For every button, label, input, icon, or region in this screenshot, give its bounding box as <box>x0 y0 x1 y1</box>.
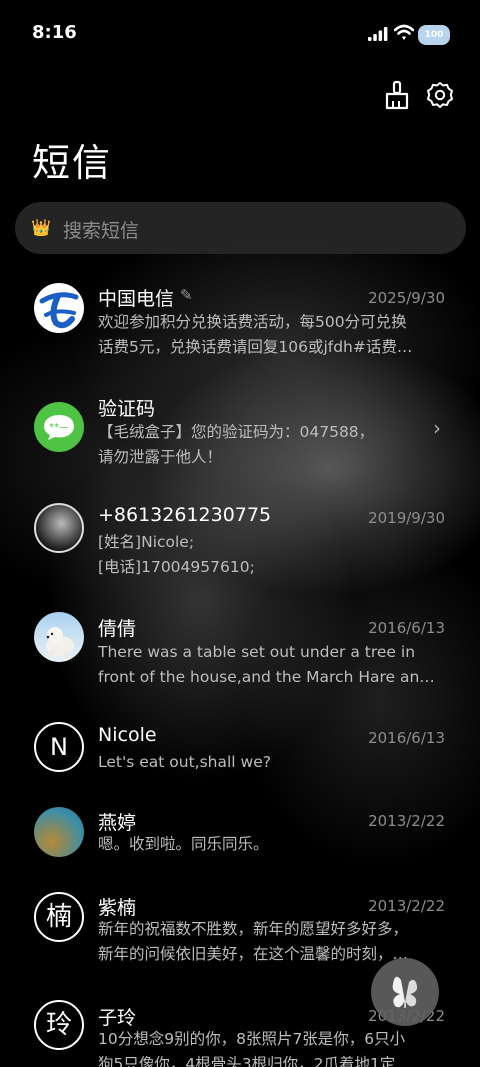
conversation-preview: 10分想念9别的你，8张照片7张是你，6只小 狗5只像你，4根骨头3根归你，2爪… <box>98 1030 406 1067</box>
search-bar[interactable]: 👑 搜索短信 <box>15 202 466 254</box>
conversation-item[interactable]: 倩倩 2016/6/13 There was a table set out u… <box>0 600 480 710</box>
cellular-signal-icon <box>368 27 388 41</box>
conversation-date: 2016/6/13 <box>368 619 445 637</box>
letter-avatar: N <box>34 722 84 772</box>
conversation-name: 倩倩 <box>98 618 137 640</box>
broom-icon[interactable] <box>383 80 411 110</box>
wifi-icon <box>394 24 414 40</box>
conversation-preview: 嗯。收到啦。同乐同乐。 <box>98 835 269 853</box>
conversation-date: 2019/9/30 <box>368 509 445 527</box>
settings-gear-icon[interactable] <box>426 81 454 109</box>
conversation-item[interactable]: +8613261230775 2019/9/30 [姓名]Nicole; [电话… <box>0 490 480 600</box>
butterfly-icon <box>392 976 418 1008</box>
conversation-date: 2016/6/13 <box>368 729 445 747</box>
conversation-name: 子玲 <box>98 1007 137 1029</box>
conversation-preview: Let's eat out,shall we? <box>98 753 271 771</box>
compose-button[interactable] <box>371 958 439 1026</box>
conversation-item[interactable]: 中国电信 ✎ 2025/9/30 欢迎参加积分兑换话费活动，每500分可兑换 话… <box>0 270 480 380</box>
letter-avatar: 玲 <box>34 1000 84 1050</box>
landscape-photo-avatar <box>34 807 84 857</box>
letter-avatar: 楠 <box>34 892 84 942</box>
conversation-name: 紫楠 <box>98 897 137 919</box>
conversation-item[interactable]: **— 验证码 【毛绒盒子】您的验证码为：047588， 请勿泄露于他人！ › <box>0 380 480 490</box>
battery-indicator: 100 <box>418 25 450 45</box>
status-time: 8:16 <box>32 22 77 43</box>
message-icon: **— <box>34 402 84 452</box>
conversation-preview: 欢迎参加积分兑换话费活动，每500分可兑换 话费5元，兑换话费请回复106或jf… <box>98 313 413 356</box>
edit-pencil-icon: ✎ <box>180 286 193 304</box>
svg-text:**—: **— <box>49 422 69 433</box>
conversation-name: 验证码 <box>98 398 156 420</box>
conversation-name: 中国电信 <box>98 288 175 310</box>
conversation-date: 2013/2/22 <box>368 812 445 830</box>
crown-icon: 👑 <box>31 218 51 237</box>
conversation-date: 2025/9/30 <box>368 289 445 307</box>
page-title: 短信 <box>32 141 113 185</box>
conversation-preview: There was a table set out under a tree i… <box>98 643 435 686</box>
china-telecom-logo-icon <box>34 283 84 333</box>
photo-avatar <box>34 503 84 553</box>
conversation-preview: [姓名]Nicole; [电话]17004957610; <box>98 533 255 576</box>
status-bar: 8:16 100 <box>0 0 480 64</box>
search-placeholder: 搜索短信 <box>63 220 140 242</box>
chevron-right-icon[interactable]: › <box>433 416 441 440</box>
conversation-name: Nicole <box>98 724 157 746</box>
conversation-date: 2013/2/22 <box>368 897 445 915</box>
polar-bear-photo-avatar <box>34 612 84 662</box>
conversation-item[interactable]: 燕婷 2013/2/22 嗯。收到啦。同乐同乐。 <box>0 800 480 890</box>
conversation-preview: 【毛绒盒子】您的验证码为：047588， 请勿泄露于他人！ <box>98 423 375 466</box>
conversation-item[interactable]: N Nicole 2016/6/13 Let's eat out,shall w… <box>0 710 480 800</box>
conversation-name: 燕婷 <box>98 812 137 834</box>
conversation-name: +8613261230775 <box>98 504 272 526</box>
